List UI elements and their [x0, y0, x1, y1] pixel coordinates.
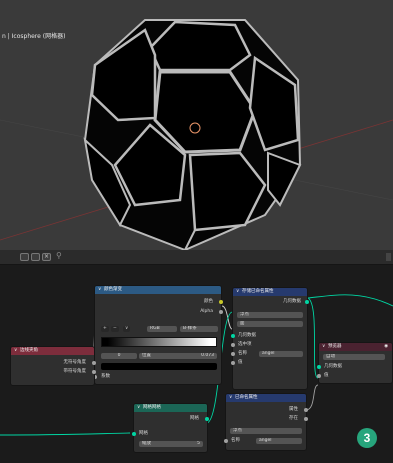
position-label: 位置: [142, 353, 151, 358]
in-name-socket[interactable]: [224, 439, 228, 443]
out-mesh-socket[interactable]: [205, 417, 209, 421]
out-color-socket[interactable]: [219, 300, 223, 304]
in-fac-label: 系数: [101, 374, 110, 379]
node-title: 存储已命名属性: [242, 289, 274, 294]
scale-label: 缩放: [142, 441, 151, 446]
scale-value: 5: [197, 441, 200, 446]
in-mesh-socket[interactable]: [132, 432, 136, 436]
color-ramp-header[interactable]: ∨ 颜色渐变: [95, 286, 221, 294]
node-title: 网格网格: [143, 405, 161, 410]
node-editor[interactable]: × ⚲ ∨ 颜色渐变 颜色 Alpha + − ∨ RGB B-样条 0 位置 0…: [0, 250, 393, 463]
in-geometry-socket[interactable]: [231, 334, 235, 338]
data-type-select[interactable]: 浮点: [237, 312, 303, 318]
in-value-socket[interactable]: [231, 361, 235, 365]
color-ramp-gradient[interactable]: [101, 337, 217, 347]
viewer-value-label: 值: [324, 373, 329, 378]
chevron-down-icon[interactable]: ∨: [98, 286, 101, 294]
in-value-label: 值: [238, 360, 243, 365]
node-title: 边线夹角: [20, 348, 38, 353]
icosphere-mesh[interactable]: [83, 19, 302, 250]
out-signed-label: 带符号角度: [63, 369, 87, 374]
stop-position-field[interactable]: 位置 0.073: [139, 353, 217, 359]
mesh-node[interactable]: ∨ 网格网格 网格 网格 缩放 5: [132, 403, 209, 453]
out-exists-socket[interactable]: [304, 417, 308, 421]
in-name-label: 名称: [238, 351, 247, 356]
out-alpha-label: Alpha: [200, 309, 213, 314]
viewer-geometry-socket[interactable]: [317, 365, 321, 369]
3d-viewport[interactable]: n | Icosphere (网格器): [0, 0, 393, 250]
named-attr-header[interactable]: ∨ 已命名属性: [226, 394, 306, 402]
mesh-node-header[interactable]: ∨ 网格网格: [134, 404, 207, 412]
out-geometry-socket[interactable]: [305, 300, 309, 304]
viewer-domain-select[interactable]: 自动: [323, 354, 385, 360]
in-selection-socket[interactable]: [231, 343, 235, 347]
viewer-value-socket[interactable]: [317, 374, 321, 378]
remove-stop-button[interactable]: −: [111, 326, 119, 332]
edge-angle-header[interactable]: ∨ 边线夹角: [11, 347, 94, 355]
in-selection-label: 选中项: [238, 342, 252, 347]
out-mesh-label: 网格: [190, 416, 199, 421]
out-color-label: 颜色: [204, 299, 213, 304]
store-attr-header[interactable]: ∨ 存储已命名属性: [233, 288, 307, 296]
out-attribute-socket[interactable]: [304, 408, 308, 412]
in-geometry-label: 几何数据: [238, 333, 256, 338]
out-exists-label: 存在: [289, 416, 298, 421]
chevron-down-icon[interactable]: ∨: [137, 404, 140, 412]
color-ramp-node[interactable]: ∨ 颜色渐变 颜色 Alpha + − ∨ RGB B-样条 0 位置 0.073…: [93, 285, 223, 385]
pin-icon[interactable]: ⚲: [56, 251, 62, 260]
ramp-menu-button[interactable]: ∨: [123, 326, 131, 332]
named-attr-type-select[interactable]: 浮点: [230, 428, 302, 434]
stop-color-swatch[interactable]: [101, 363, 217, 370]
named-attribute-node[interactable]: ∨ 已命名属性 属性 存在 浮点 名称 angel: [224, 393, 308, 451]
color-mode-select[interactable]: RGB: [147, 326, 177, 332]
named-attr-name-field[interactable]: angel: [256, 438, 302, 444]
close-icon[interactable]: ×: [42, 253, 51, 261]
chevron-down-icon[interactable]: ∨: [229, 394, 232, 402]
chevron-down-icon[interactable]: ∨: [236, 288, 239, 296]
node-title: 已命名属性: [235, 395, 258, 400]
out-geometry-label: 几何数据: [283, 299, 301, 304]
domain-select[interactable]: 面: [237, 321, 303, 327]
editor-type-icon[interactable]: [20, 253, 29, 261]
out-unsigned-label: 无符号角度: [63, 360, 87, 365]
out-alpha-socket[interactable]: [219, 310, 223, 314]
viewer-header[interactable]: ∨ 预览器 ◉: [319, 343, 392, 351]
scale-field[interactable]: 缩放 5: [139, 441, 203, 447]
viewer-node[interactable]: ∨ 预览器 ◉ 自动 几何数据 值: [317, 342, 393, 384]
node-title: 颜色渐变: [104, 287, 122, 292]
out-signed-socket[interactable]: [92, 370, 96, 374]
step-badge: 3: [357, 428, 377, 448]
out-attribute-label: 属性: [289, 407, 298, 412]
edge-angle-node[interactable]: ∨ 边线夹角 无符号角度 带符号角度: [10, 346, 96, 386]
stop-index-field[interactable]: 0: [101, 353, 137, 359]
in-mesh-label: 网格: [139, 431, 148, 436]
copy-icon[interactable]: [31, 253, 40, 261]
interpolation-select[interactable]: B-样条: [180, 326, 218, 332]
chevron-down-icon[interactable]: ∨: [322, 343, 325, 351]
in-name-socket[interactable]: [231, 352, 235, 356]
viewer-geometry-label: 几何数据: [324, 364, 342, 369]
position-value: 0.073: [201, 353, 214, 358]
node-editor-header: × ⚲: [0, 250, 393, 265]
store-named-attribute-node[interactable]: ∨ 存储已命名属性 几何数据 浮点 面 几何数据 选中项 名称 angel 值: [231, 287, 309, 390]
sidebar-toggle[interactable]: [386, 253, 391, 261]
viewport-object-label: n | Icosphere (网格器): [2, 33, 66, 40]
out-unsigned-socket[interactable]: [92, 361, 96, 365]
node-title: 预览器: [328, 344, 342, 349]
add-stop-button[interactable]: +: [101, 326, 109, 332]
name-label: 名称: [231, 438, 240, 443]
attribute-name-field[interactable]: angel: [259, 351, 303, 357]
chevron-down-icon[interactable]: ∨: [14, 347, 17, 355]
eye-icon[interactable]: ◉: [384, 343, 388, 351]
